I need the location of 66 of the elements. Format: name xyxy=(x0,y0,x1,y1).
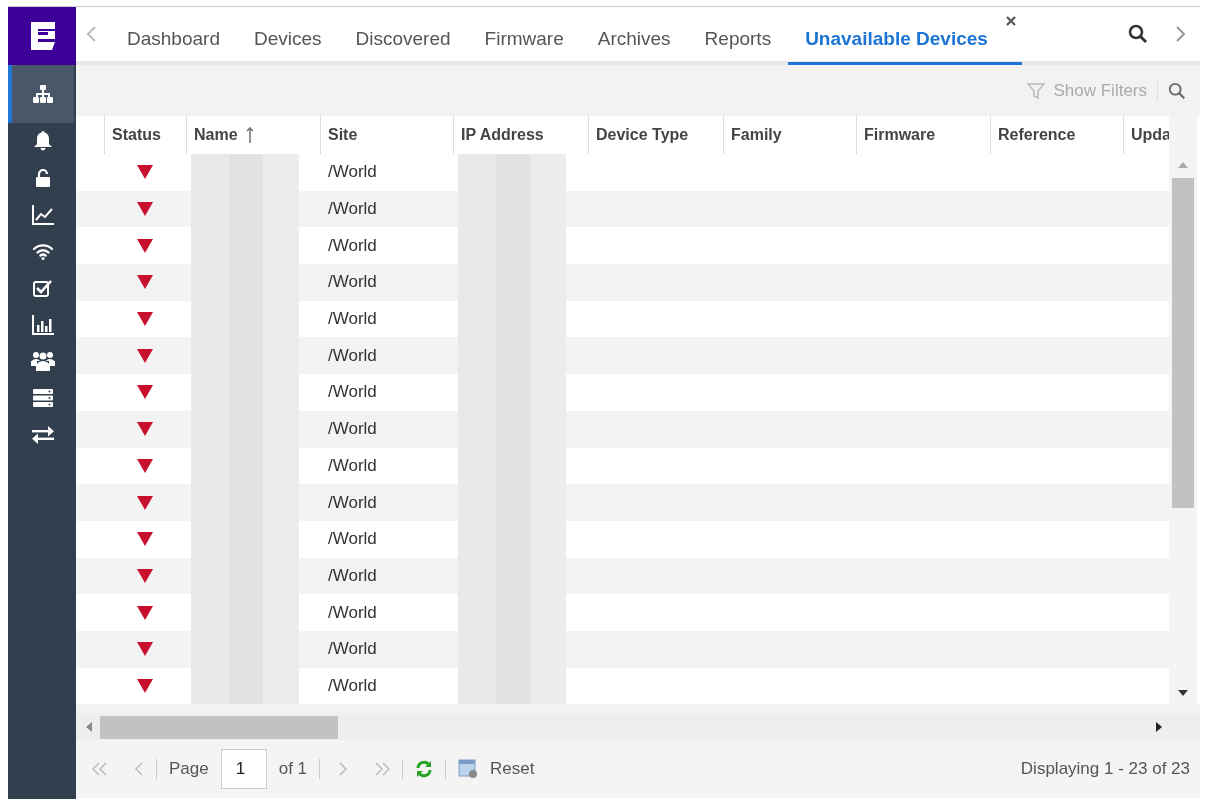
page-count: of 1 xyxy=(278,759,308,780)
table-row[interactable]: /World xyxy=(76,337,1169,375)
table-cell: /World xyxy=(328,675,377,696)
table-cell: /World xyxy=(328,309,377,330)
table-cell: /World xyxy=(328,455,377,476)
hierarchy-icon xyxy=(33,85,53,103)
chevron-right-icon[interactable] xyxy=(1175,26,1185,42)
column-header[interactable]: Device Type xyxy=(596,126,689,144)
table-row[interactable]: /World xyxy=(76,630,1169,668)
column-header[interactable]: Reference xyxy=(998,126,1076,144)
scrollbar-thumb[interactable] xyxy=(100,715,338,739)
reset-button[interactable]: Reset xyxy=(458,759,535,780)
table-row[interactable]: /World xyxy=(76,557,1169,595)
tab[interactable]: Reports xyxy=(687,7,789,65)
column-header[interactable]: Family xyxy=(731,126,782,144)
server-stack-icon xyxy=(33,389,53,408)
page-label: Page xyxy=(169,759,209,780)
tab[interactable]: Devices xyxy=(236,7,339,65)
table-cell: /World xyxy=(328,235,377,256)
scrollbar-thumb[interactable] xyxy=(1172,178,1194,508)
tab[interactable]: Dashboard xyxy=(110,7,237,65)
column-header[interactable]: Name xyxy=(194,126,238,144)
table-cell: /World xyxy=(328,419,377,440)
table-cell: /World xyxy=(328,382,377,403)
column-header[interactable]: Firmware xyxy=(864,126,936,144)
table-cell: /World xyxy=(328,345,377,366)
table-cell: /World xyxy=(328,602,377,623)
bar-chart-icon xyxy=(32,314,54,335)
page-number-field[interactable]: 1 xyxy=(220,749,267,790)
refresh-icon[interactable] xyxy=(415,760,434,779)
table-cell: /World xyxy=(328,529,377,550)
scroll-down-icon[interactable] xyxy=(1178,690,1188,697)
table-cell: /World xyxy=(328,162,377,183)
unlocked-padlock-icon xyxy=(35,169,51,188)
table-cell: /World xyxy=(328,272,377,293)
column-header[interactable]: Site xyxy=(328,126,358,144)
table-cell: /World xyxy=(328,492,377,513)
table-row[interactable]: /World xyxy=(76,264,1169,301)
table-row[interactable]: /World xyxy=(76,410,1169,448)
swap-arrows-icon xyxy=(32,425,54,444)
close-icon[interactable] xyxy=(1005,16,1016,26)
bell-icon xyxy=(34,131,52,152)
sidebar-item[interactable] xyxy=(8,65,74,123)
table-cell: /World xyxy=(328,565,377,586)
wifi-icon xyxy=(32,242,54,260)
logo-icon[interactable] xyxy=(29,22,55,50)
grid-settings-icon xyxy=(458,759,479,780)
filter-icon xyxy=(1027,82,1046,99)
column-header[interactable]: Status xyxy=(112,126,161,144)
column-header[interactable]: IP Address xyxy=(461,126,544,144)
table-row[interactable]: /World xyxy=(76,190,1169,228)
tab[interactable]: Discovered xyxy=(338,7,468,65)
table-row[interactable]: /World xyxy=(76,484,1169,521)
paging-summary: Displaying 1 - 23 of 23 xyxy=(1020,759,1190,780)
sort-ascending-icon[interactable] xyxy=(245,127,254,143)
checkbox-icon xyxy=(33,279,53,298)
table-cell: /World xyxy=(328,199,377,220)
tab[interactable]: Firmware xyxy=(467,7,581,65)
search-icon[interactable] xyxy=(1128,24,1148,44)
group-icon xyxy=(31,351,55,372)
scroll-left-icon[interactable] xyxy=(86,722,92,733)
line-chart-icon xyxy=(32,204,54,225)
scroll-right-icon[interactable] xyxy=(1156,722,1162,733)
table-cell: /World xyxy=(328,639,377,660)
tab[interactable]: Archives xyxy=(580,7,688,65)
column-header[interactable]: Upda xyxy=(1131,126,1171,144)
